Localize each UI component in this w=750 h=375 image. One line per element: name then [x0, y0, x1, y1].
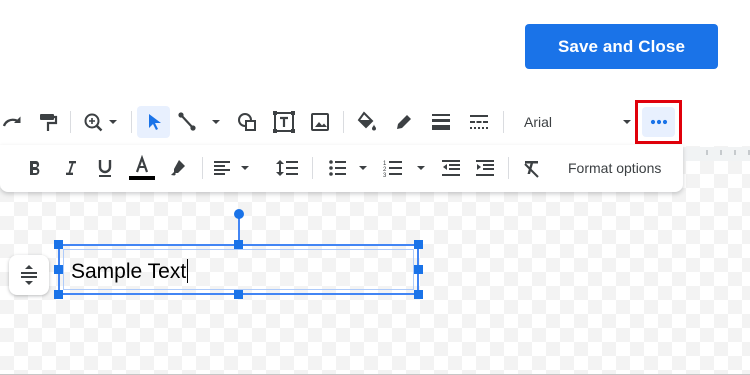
resize-handle-bottom-left[interactable]: [54, 290, 63, 299]
resize-handle-bottom[interactable]: [234, 290, 243, 299]
italic-icon[interactable]: [56, 152, 84, 184]
paint-format-icon[interactable]: [34, 106, 62, 138]
image-icon[interactable]: [304, 106, 336, 138]
resize-handle-bottom-right[interactable]: [414, 290, 423, 299]
select-icon[interactable]: [137, 106, 170, 138]
resize-handle-right[interactable]: [414, 265, 423, 274]
resize-handle-left[interactable]: [54, 265, 63, 274]
toolbar-divider: [70, 111, 71, 133]
border-weight-icon[interactable]: [424, 106, 458, 138]
highlight-icon[interactable]: [163, 152, 193, 184]
save-and-close-button[interactable]: Save and Close: [525, 24, 718, 69]
more-options-highlight: [635, 100, 682, 144]
text-format-toolbar: 123 Format options: [0, 145, 683, 192]
shape-icon[interactable]: [232, 106, 262, 138]
rotate-handle[interactable]: [234, 209, 244, 219]
ruler: [680, 147, 750, 161]
resize-handle-top[interactable]: [234, 240, 243, 249]
numbered-list-icon[interactable]: 123: [380, 152, 432, 184]
border-color-icon[interactable]: [388, 106, 420, 138]
clear-formatting-icon[interactable]: [516, 152, 548, 184]
toolbar-divider: [312, 157, 313, 179]
resize-handle-top-left[interactable]: [54, 240, 63, 249]
chevron-down-icon: [623, 120, 631, 124]
text-cursor: [187, 259, 189, 283]
toolbar-divider: [131, 111, 132, 133]
svg-text:3: 3: [383, 173, 387, 179]
align-icon[interactable]: [210, 152, 256, 184]
bulleted-list-icon[interactable]: [322, 152, 374, 184]
toolbar-divider: [202, 157, 203, 179]
text-color-icon[interactable]: [126, 152, 158, 184]
text-box-text: Sample Text: [71, 260, 187, 283]
redo-icon[interactable]: [0, 106, 28, 138]
line-icon[interactable]: [172, 106, 230, 138]
font-family-dropdown[interactable]: Arial: [513, 106, 641, 138]
increase-indent-icon[interactable]: [470, 152, 500, 184]
toolbar-divider: [343, 111, 344, 133]
toolbar-divider: [503, 111, 504, 133]
text-box-icon[interactable]: [268, 106, 300, 138]
line-spacing-icon[interactable]: [268, 152, 306, 184]
font-family-value: Arial: [524, 114, 553, 130]
text-box[interactable]: Sample Text: [58, 244, 419, 295]
bold-icon[interactable]: [21, 152, 49, 184]
underline-icon[interactable]: [91, 152, 119, 184]
resize-handle-top-right[interactable]: [414, 240, 423, 249]
more-icon[interactable]: [642, 107, 675, 137]
zoom-icon[interactable]: [80, 106, 124, 138]
toolbar-divider: [508, 157, 509, 179]
border-dash-icon[interactable]: [462, 106, 496, 138]
format-options-button[interactable]: Format options: [560, 152, 669, 184]
decrease-indent-icon[interactable]: [436, 152, 466, 184]
text-box-content[interactable]: Sample Text: [71, 259, 189, 284]
vertical-align-button[interactable]: [9, 255, 49, 295]
vertical-align-icon: [21, 265, 37, 285]
dialog-header: Save and Close: [0, 0, 750, 98]
fill-color-icon[interactable]: [350, 106, 382, 138]
